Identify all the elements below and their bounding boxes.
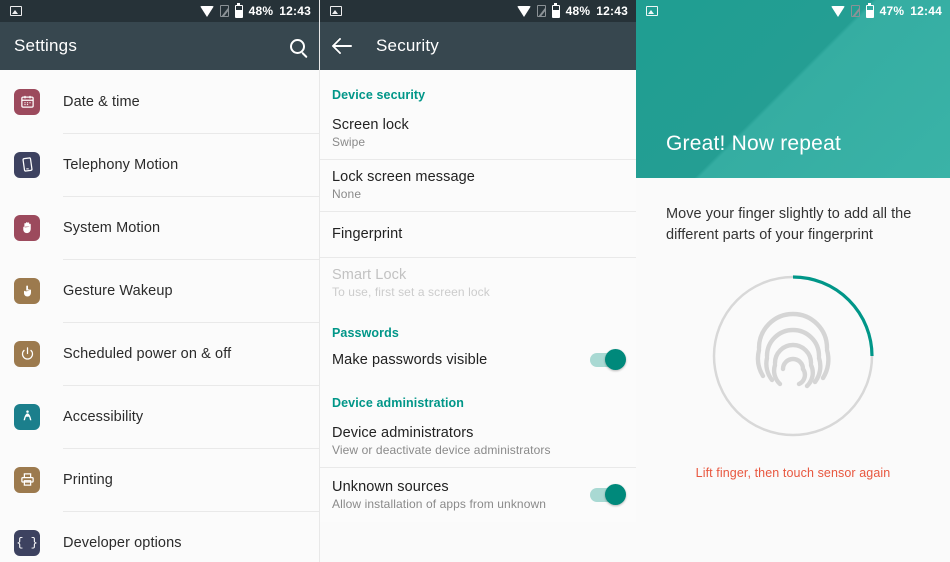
fingerprint-instruction: Move your finger slightly to add all the… bbox=[666, 206, 912, 244]
toggle-make-passwords-visible[interactable] bbox=[590, 349, 626, 370]
setting-subtitle: Allow installation of apps from unknown bbox=[332, 497, 547, 511]
setting-row-lock-screen-message[interactable]: Lock screen message None bbox=[320, 160, 636, 212]
section-heading-device-security: Device security bbox=[332, 88, 426, 102]
setting-title: Smart Lock bbox=[332, 267, 407, 283]
braces-icon: { } bbox=[14, 529, 40, 556]
section-heading-device-administration: Device administration bbox=[332, 396, 465, 410]
settings-app-bar: Settings bbox=[0, 22, 319, 70]
sidebar-item-date-time[interactable]: Date & time bbox=[0, 70, 319, 133]
setting-subtitle: View or deactivate device administrators bbox=[332, 443, 551, 457]
image-icon bbox=[330, 6, 342, 16]
battery-icon bbox=[234, 2, 243, 18]
clock: 12:43 bbox=[279, 4, 311, 18]
fingerprint-progress-graphic bbox=[666, 270, 920, 442]
clock: 12:43 bbox=[596, 4, 628, 18]
clock: 12:44 bbox=[910, 4, 942, 18]
sidebar-item-gesture-wakeup[interactable]: Gesture Wakeup bbox=[0, 259, 319, 322]
toggle-unknown-sources[interactable] bbox=[590, 484, 626, 505]
sidebar-item-label: Accessibility bbox=[63, 408, 144, 425]
status-bar-left: 48% 12:43 bbox=[0, 0, 319, 22]
image-icon bbox=[10, 6, 22, 16]
sidebar-item-label: Developer options bbox=[63, 534, 182, 551]
setting-title: Fingerprint bbox=[332, 226, 403, 242]
sim-no-signal-icon bbox=[850, 5, 860, 17]
sim-no-signal-icon bbox=[536, 5, 546, 17]
wifi-icon bbox=[199, 5, 214, 17]
wifi-icon bbox=[830, 5, 845, 17]
sidebar-item-label: System Motion bbox=[63, 219, 161, 236]
phone-tilt-icon bbox=[14, 151, 40, 178]
sidebar-item-developer-options[interactable]: { } Developer options bbox=[0, 511, 319, 562]
setting-row-smart-lock: Smart Lock To use, first set a screen lo… bbox=[320, 258, 636, 310]
accessibility-icon bbox=[14, 403, 40, 430]
printer-icon bbox=[14, 466, 40, 493]
status-bar-middle: 48% 12:43 bbox=[320, 0, 636, 22]
power-icon bbox=[14, 340, 40, 367]
sidebar-item-label: Date & time bbox=[63, 93, 140, 110]
security-panel: 48% 12:43 Security Device security Scree… bbox=[320, 0, 636, 562]
fingerprint-body: Move your finger slightly to add all the… bbox=[636, 178, 950, 480]
sidebar-item-telephony-motion[interactable]: Telephony Motion bbox=[0, 133, 319, 196]
hand-open-icon bbox=[14, 214, 40, 241]
status-bar-right: 47% 12:44 bbox=[636, 0, 950, 22]
sidebar-item-scheduled-power[interactable]: Scheduled power on & off bbox=[0, 322, 319, 385]
sidebar-item-printing[interactable]: Printing bbox=[0, 448, 319, 511]
three-panel-screenshot: 48% 12:43 Settings Date & time Telephony… bbox=[0, 0, 950, 562]
fingerprint-hint: Lift finger, then touch sensor again bbox=[695, 466, 891, 481]
battery-percent: 48% bbox=[565, 4, 591, 18]
fingerprint-icon bbox=[755, 311, 831, 389]
battery-percent: 48% bbox=[248, 4, 274, 18]
setting-title: Make passwords visible bbox=[332, 352, 488, 368]
fingerprint-enrollment-panel: 47% 12:44 Great! Now repeat Move your fi… bbox=[636, 0, 950, 562]
calendar-icon bbox=[14, 88, 40, 115]
back-arrow-icon[interactable] bbox=[334, 36, 354, 56]
setting-row-unknown-sources[interactable]: Unknown sources Allow installation of ap… bbox=[320, 468, 636, 522]
sidebar-item-label: Telephony Motion bbox=[63, 156, 179, 173]
setting-title: Device administrators bbox=[332, 425, 474, 441]
fingerprint-progress-ring bbox=[712, 275, 874, 437]
sim-no-signal-icon bbox=[219, 5, 229, 17]
fingerprint-hero-header: 47% 12:44 Great! Now repeat bbox=[636, 0, 950, 178]
setting-title: Screen lock bbox=[332, 117, 409, 133]
setting-title: Lock screen message bbox=[332, 169, 475, 185]
hand-tap-icon bbox=[14, 277, 40, 304]
setting-row-make-passwords-visible[interactable]: Make passwords visible bbox=[320, 346, 636, 380]
sidebar-item-label: Printing bbox=[63, 471, 113, 488]
setting-row-fingerprint[interactable]: Fingerprint bbox=[320, 212, 636, 258]
wifi-icon bbox=[516, 5, 531, 17]
search-icon[interactable] bbox=[290, 38, 305, 54]
page-title: Security bbox=[376, 36, 440, 55]
battery-icon bbox=[865, 2, 874, 18]
sidebar-item-label: Gesture Wakeup bbox=[63, 282, 173, 299]
setting-title: Unknown sources bbox=[332, 479, 449, 495]
battery-icon bbox=[551, 2, 560, 18]
setting-row-screen-lock[interactable]: Screen lock Swipe bbox=[320, 108, 636, 160]
hero-title: Great! Now repeat bbox=[666, 132, 841, 155]
image-icon bbox=[646, 6, 658, 16]
sidebar-item-system-motion[interactable]: System Motion bbox=[0, 196, 319, 259]
setting-subtitle: Swipe bbox=[332, 135, 366, 149]
sidebar-item-accessibility[interactable]: Accessibility bbox=[0, 385, 319, 448]
security-app-bar: Security bbox=[320, 22, 636, 70]
section-heading-passwords: Passwords bbox=[332, 326, 399, 340]
settings-panel: 48% 12:43 Settings Date & time Telephony… bbox=[0, 0, 320, 562]
settings-item-list: Date & time Telephony Motion System Moti… bbox=[0, 70, 319, 562]
sidebar-item-label: Scheduled power on & off bbox=[63, 345, 232, 362]
battery-percent: 47% bbox=[879, 4, 905, 18]
setting-row-device-administrators[interactable]: Device administrators View or deactivate… bbox=[320, 416, 636, 468]
setting-subtitle: None bbox=[332, 187, 362, 201]
page-title: Settings bbox=[14, 36, 78, 55]
security-settings-list: Device security Screen lock Swipe Lock s… bbox=[320, 70, 636, 522]
setting-subtitle: To use, first set a screen lock bbox=[332, 285, 490, 299]
